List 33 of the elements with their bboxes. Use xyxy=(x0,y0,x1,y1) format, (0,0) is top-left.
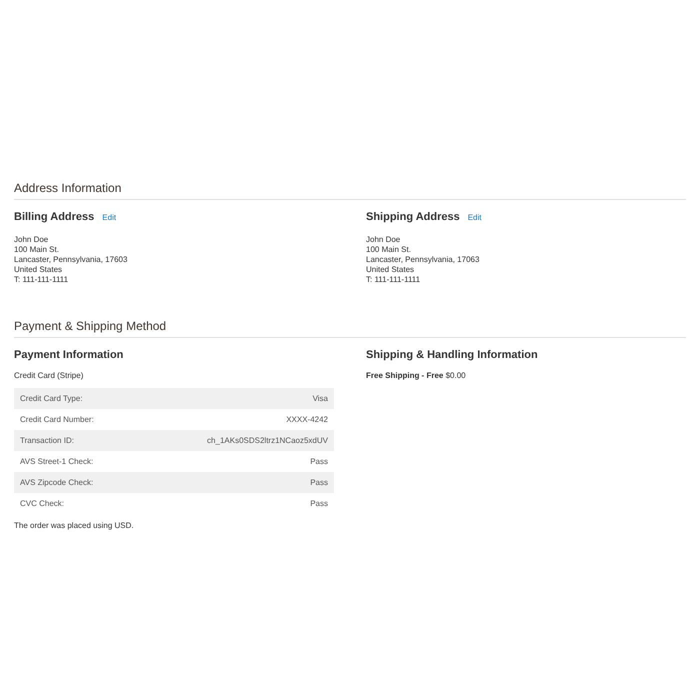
section-title: Payment & Shipping Method xyxy=(14,316,686,338)
address-line: T: 111-111-1111 xyxy=(14,274,70,284)
payment-heading: Payment Information xyxy=(14,348,124,362)
row-label: AVS Street-1 Check: xyxy=(20,456,94,468)
payment-method: Credit Card (Stripe) xyxy=(14,370,84,382)
row-label: Credit Card Number: xyxy=(20,414,94,426)
edit-link[interactable]: Edit xyxy=(102,212,116,224)
address-line: John Doe xyxy=(14,234,50,244)
edit-link[interactable]: Edit xyxy=(468,212,482,224)
address-heading: Shipping Address xyxy=(366,210,460,225)
row-value: Pass xyxy=(310,456,328,468)
row-label: CVC Check: xyxy=(20,498,64,510)
address-line: Lancaster, Pennsylvania, 17603 xyxy=(14,254,128,264)
row-value: Pass xyxy=(310,476,328,488)
address-line: United States xyxy=(366,264,416,274)
row-value: XXXX-4242 xyxy=(286,414,328,426)
address-line: United States xyxy=(14,264,64,274)
shipping-heading: Shipping & Handling Information xyxy=(366,348,539,362)
row-label: AVS Zipcode Check: xyxy=(20,476,94,488)
row-value: Visa xyxy=(312,392,328,404)
row-label: Transaction ID: xyxy=(20,434,74,446)
shipping-info: Free Shipping - Free $0.00 xyxy=(366,370,467,382)
address-heading: Billing Address xyxy=(14,210,94,225)
row-value: Pass xyxy=(310,498,328,510)
row-label: Credit Card Type: xyxy=(20,392,83,404)
section-title: Address Information xyxy=(14,179,686,200)
address-line: John Doe xyxy=(366,234,402,244)
address-line: T: 111-111-1111 xyxy=(366,274,422,284)
address-line: Lancaster, Pennsylvania, 17063 xyxy=(366,254,480,264)
address-line: 100 Main St. xyxy=(14,244,60,254)
order-note: The order was placed using USD. xyxy=(14,520,135,532)
row-value: ch_1AKs0SDS2ltrz1NCaoz5xdUV xyxy=(207,434,328,446)
address-line: 100 Main St. xyxy=(366,244,412,254)
